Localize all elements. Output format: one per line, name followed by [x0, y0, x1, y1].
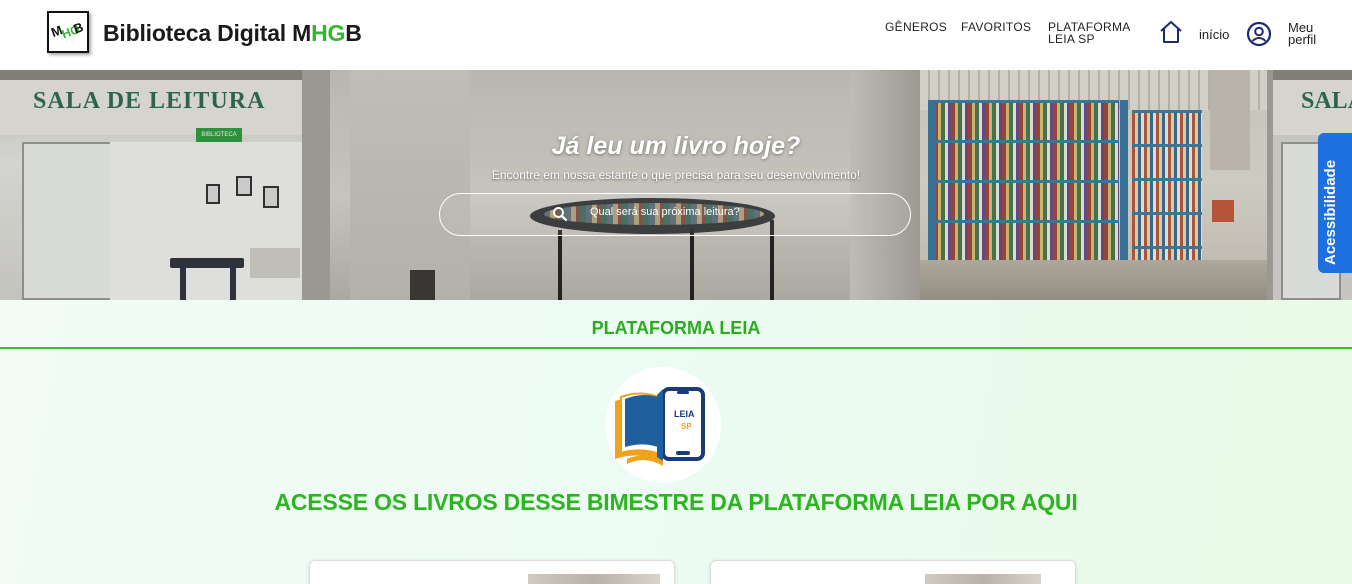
section-header: PLATAFORMA LEIA: [0, 300, 1352, 349]
search-icon[interactable]: [552, 206, 568, 222]
nav-perfil-line2: perfil: [1288, 32, 1317, 47]
user-icon[interactable]: [1246, 21, 1272, 47]
site-header: M HG B Biblioteca Digital MHGB GÊNEROS F…: [0, 0, 1352, 70]
nav-favoritos[interactable]: FAVORITOS: [961, 21, 1031, 33]
leia-logo-text: LEIA: [674, 409, 695, 419]
hero-banner: SALA DE LEITURA BIBLIOTECA SAL Já leu um…: [0, 70, 1352, 300]
site-title-suffix: B: [345, 20, 362, 46]
leia-book-phone-icon: [615, 387, 705, 466]
nav-generos[interactable]: GÊNEROS: [885, 21, 947, 33]
logo-mark: M HG B: [49, 19, 85, 41]
search-bar[interactable]: [439, 193, 911, 236]
book-card-image: [925, 574, 1041, 584]
hero-subtitle: Encontre em nossa estante o que precisa …: [491, 168, 861, 182]
leia-sp-logo[interactable]: LEIA SP: [605, 367, 721, 483]
section-title: PLATAFORMA LEIA: [591, 318, 761, 338]
book-card[interactable]: [710, 560, 1076, 584]
nav-plataforma-line2: LEIA SP: [1048, 32, 1095, 46]
nav-plataforma-leia-sp[interactable]: PLATAFORMA LEIA SP: [1048, 21, 1131, 45]
site-logo[interactable]: M HG B: [47, 11, 89, 53]
nav-meu-perfil[interactable]: Meu perfil: [1288, 21, 1317, 47]
site-title-prefix: Biblioteca Digital M: [103, 20, 312, 46]
search-input[interactable]: [590, 206, 890, 218]
home-icon[interactable]: [1158, 19, 1184, 45]
hero-overlay: [0, 70, 1352, 300]
leia-heading: ACESSE OS LIVROS DESSE BIMESTRE DA PLATA…: [274, 489, 1078, 515]
site-title-highlight: HG: [311, 20, 346, 46]
book-card[interactable]: [309, 560, 675, 584]
leia-logo-subtext: SP: [681, 422, 692, 431]
book-card-image: [528, 574, 660, 584]
nav-inicio[interactable]: início: [1199, 27, 1229, 42]
hero-title: Já leu um livro hoje?: [551, 132, 801, 160]
leia-section: PLATAFORMA LEIA LEIA SP ACESSE OS LIVROS…: [0, 300, 1352, 584]
site-title[interactable]: Biblioteca Digital MHGB: [103, 20, 362, 47]
accessibility-label: Acessibilidade: [1322, 159, 1339, 265]
